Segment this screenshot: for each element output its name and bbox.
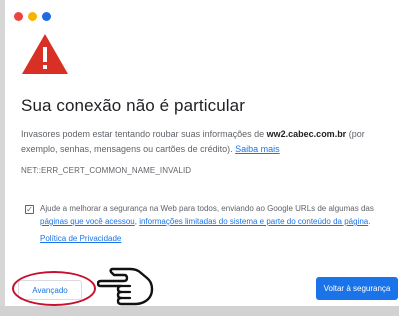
learn-more-link[interactable]: Saiba mais bbox=[235, 144, 280, 154]
extended-text-3: . bbox=[368, 217, 371, 226]
left-frame-border bbox=[0, 0, 5, 316]
domain-name: ww2.cabec.com.br bbox=[266, 129, 347, 139]
error-code: NET::ERR_CERT_COMMON_NAME_INVALID bbox=[21, 166, 192, 175]
extended-reporting-text: Ajude a melhorar a segurança na Web para… bbox=[40, 202, 390, 228]
description-text: Invasores podem estar tentando roubar su… bbox=[21, 129, 267, 139]
page-title: Sua conexão não é particular bbox=[21, 96, 245, 115]
bottom-frame-border bbox=[0, 306, 399, 316]
extended-text-1: Ajude a melhorar a segurança na Web para… bbox=[40, 204, 374, 213]
window-controls bbox=[14, 12, 51, 21]
maximize-dot-icon[interactable] bbox=[42, 12, 51, 21]
warning-description: Invasores podem estar tentando roubar su… bbox=[21, 127, 393, 157]
highlight-circle bbox=[12, 271, 96, 306]
privacy-policy-link[interactable]: Política de Privacidade bbox=[40, 234, 121, 243]
back-to-safety-button[interactable]: Voltar à segurança bbox=[316, 277, 398, 300]
system-info-link[interactable]: informações limitadas do sistema e parte… bbox=[139, 217, 368, 226]
pointing-hand-icon bbox=[97, 267, 154, 306]
minimize-dot-icon[interactable] bbox=[28, 12, 37, 21]
close-dot-icon[interactable] bbox=[14, 12, 23, 21]
warning-triangle-icon bbox=[22, 34, 68, 74]
pages-visited-link[interactable]: páginas que você acessou bbox=[40, 217, 135, 226]
extended-reporting-checkbox[interactable]: ✓ bbox=[25, 205, 34, 214]
